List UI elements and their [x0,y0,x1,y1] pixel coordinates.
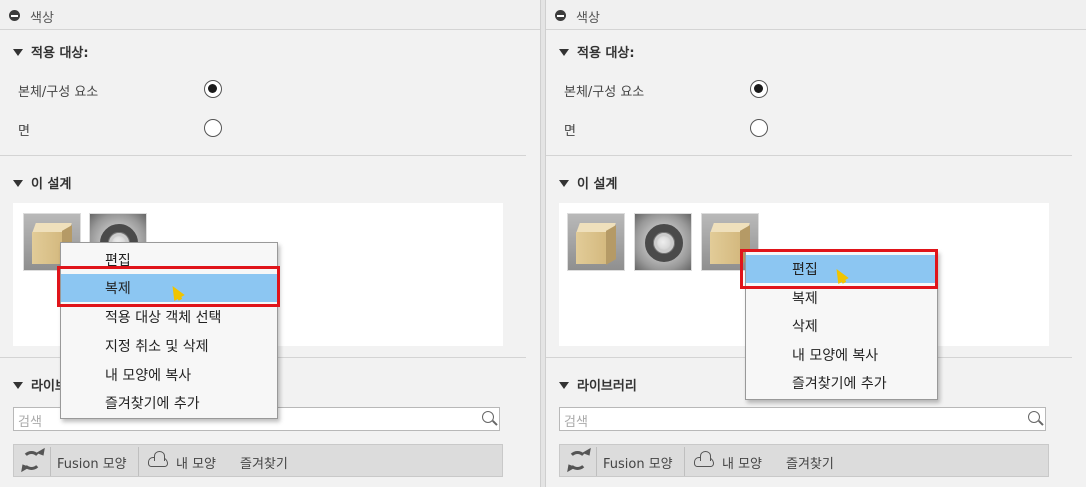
tab-favorites[interactable]: 즐겨찾기 [786,453,834,472]
this-design-label: 이 설계 [31,177,72,192]
search-icon[interactable] [482,411,494,423]
refresh-icon[interactable] [18,447,48,473]
wood-cube-thumbnail[interactable] [567,213,625,271]
tab-my-appearances[interactable]: 내 모양 [176,453,216,472]
triangle-down-icon [559,49,569,56]
option-face-label: 면 [18,124,30,139]
library-section-title[interactable]: 라이브러리 [559,375,637,394]
library-tabs: Fusion 모양 내 모양 즐겨찾기 [13,444,503,477]
highlight-annotation-box [57,266,280,307]
collapse-icon[interactable] [555,10,566,21]
panel-header[interactable]: 색상 [0,0,540,30]
radio-body-component[interactable] [750,80,768,98]
library-label: 라이브러리 [577,379,637,394]
menu-item-unassign-delete[interactable]: 지정 취소 및 삭제 [61,332,277,360]
menu-item-delete[interactable]: 삭제 [746,312,937,340]
cloud-icon [694,451,714,467]
triangle-down-icon [13,49,23,56]
apply-to-label: 적용 대상: [31,46,89,61]
menu-item-add-to-favorites[interactable]: 즐겨찾기에 추가 [746,369,937,397]
menu-item-copy-to-my-appearances[interactable]: 내 모양에 복사 [61,361,277,389]
this-design-section-title[interactable]: 이 설계 [559,173,617,192]
option-face-label: 면 [564,124,576,139]
apply-to-section-title[interactable]: 적용 대상: [559,42,635,61]
tab-favorites[interactable]: 즐겨찾기 [240,453,288,472]
radio-face[interactable] [204,119,222,137]
apply-to-section-title[interactable]: 적용 대상: [13,42,89,61]
this-design-label: 이 설계 [577,177,618,192]
panel-header[interactable]: 색상 [546,0,1086,30]
option-body-component-label: 본체/구성 요소 [564,85,645,100]
this-design-section-title[interactable]: 이 설계 [13,173,71,192]
triangle-down-icon [13,382,23,389]
radio-face[interactable] [750,119,768,137]
search-placeholder: 검색 [18,415,42,430]
radio-body-component[interactable] [204,80,222,98]
menu-item-copy-to-my-appearances[interactable]: 내 모양에 복사 [746,341,937,369]
appearance-panel-right: 색상 적용 대상: 본체/구성 요소 면 이 설계 라이브러리 검색 Fusio… [546,0,1086,487]
triangle-down-icon [13,180,23,187]
cloud-icon [148,451,168,467]
tab-fusion-appearances[interactable]: Fusion 모양 [603,453,673,472]
search-icon[interactable] [1028,411,1040,423]
library-search-input[interactable]: 검색 [559,407,1046,431]
library-tabs: Fusion 모양 내 모양 즐겨찾기 [559,444,1049,477]
apply-to-label: 적용 대상: [577,46,635,61]
panel-title: 색상 [576,11,600,26]
refresh-icon[interactable] [564,447,594,473]
divider [546,155,1072,156]
tab-fusion-appearances[interactable]: Fusion 모양 [57,453,127,472]
search-placeholder: 검색 [564,415,588,430]
menu-item-select-objects[interactable]: 적용 대상 객체 선택 [61,303,277,331]
option-body-component-label: 본체/구성 요소 [18,85,99,100]
tab-my-appearances[interactable]: 내 모양 [722,453,762,472]
collapse-icon[interactable] [9,10,20,21]
divider [0,155,526,156]
panel-title: 색상 [30,11,54,26]
menu-item-add-to-favorites[interactable]: 즐겨찾기에 추가 [61,389,277,417]
metal-ring-thumbnail[interactable] [634,213,692,271]
appearance-panel-left: 색상 적용 대상: 본체/구성 요소 면 이 설계 라이브러리 검색 Fusio… [0,0,540,487]
triangle-down-icon [559,382,569,389]
triangle-down-icon [559,180,569,187]
